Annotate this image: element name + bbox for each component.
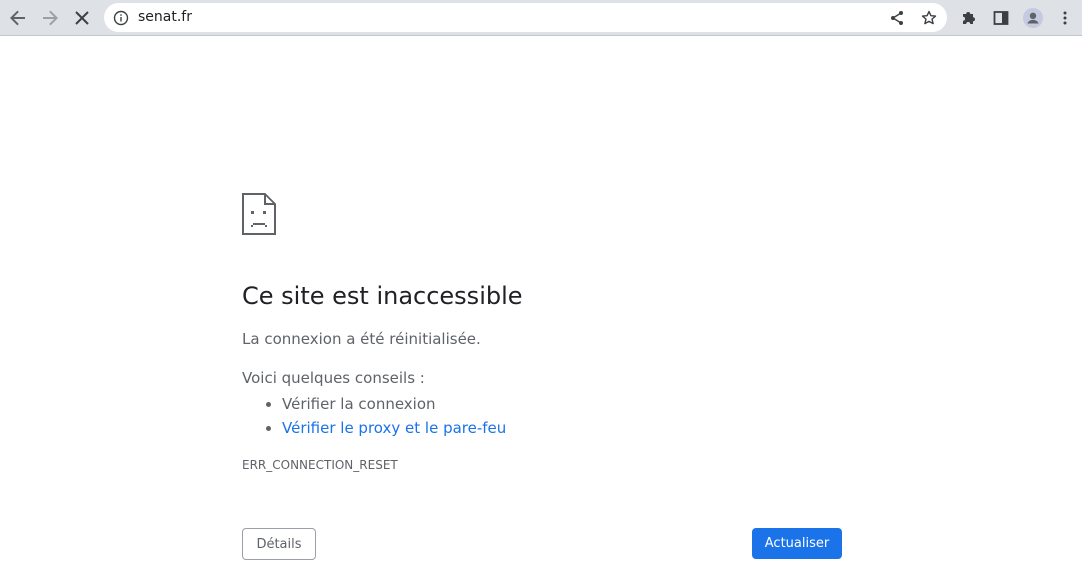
side-panel-icon <box>993 11 1009 25</box>
share-icon <box>891 11 903 25</box>
check-proxy-firewall-link[interactable]: Vérifier le proxy et le pare-feu <box>282 419 506 437</box>
profile-button[interactable] <box>1019 4 1047 32</box>
error-title: Ce site est inaccessible <box>242 282 523 310</box>
stop-button[interactable] <box>68 4 96 32</box>
suggestion-label: Vérifier la connexion <box>282 395 436 413</box>
share-button[interactable] <box>885 6 909 30</box>
forward-button[interactable] <box>36 4 64 32</box>
reload-button[interactable]: Actualiser <box>752 528 842 559</box>
error-description: La connexion a été réinitialisée. <box>242 330 481 348</box>
menu-button[interactable] <box>1051 4 1079 32</box>
suggestions-list: Vérifier la connexion Vérifier le proxy … <box>242 392 506 440</box>
suggestion-check-proxy-firewall: Vérifier le proxy et le pare-feu <box>282 416 506 440</box>
url-text[interactable]: senat.fr <box>138 9 192 26</box>
suggestion-check-connection: Vérifier la connexion <box>282 392 506 416</box>
suggestions-heading: Voici quelques conseils : <box>242 369 425 387</box>
star-icon <box>921 10 937 25</box>
address-bar[interactable]: senat.fr <box>104 3 947 32</box>
sad-page-icon <box>242 193 276 235</box>
browser-toolbar: senat.fr <box>0 0 1082 36</box>
extensions-button[interactable] <box>955 4 983 32</box>
side-panel-button[interactable] <box>987 4 1015 32</box>
avatar-icon <box>1023 8 1043 28</box>
kebab-menu-icon <box>1063 11 1067 25</box>
bookmark-button[interactable] <box>917 6 941 30</box>
info-icon[interactable] <box>113 10 129 26</box>
arrow-right-icon <box>43 10 58 26</box>
puzzle-icon <box>963 12 975 24</box>
details-button[interactable]: Détails <box>242 528 316 560</box>
close-icon <box>75 11 89 25</box>
error-code: ERR_CONNECTION_RESET <box>242 458 398 472</box>
back-button[interactable] <box>4 4 32 32</box>
arrow-left-icon <box>10 10 25 26</box>
